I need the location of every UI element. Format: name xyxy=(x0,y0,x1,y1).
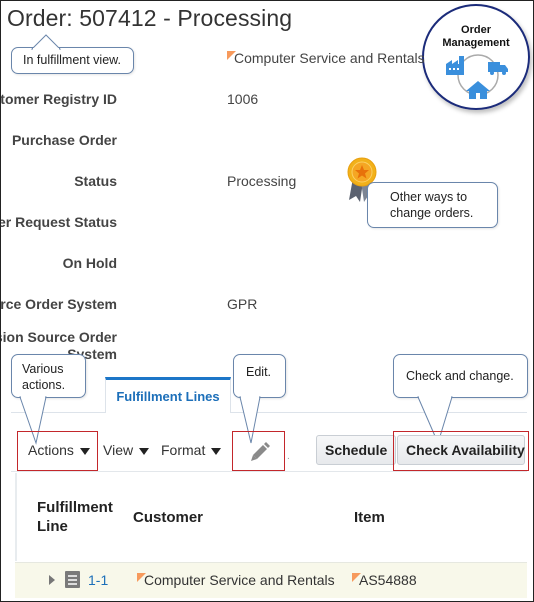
field-customer-registry-id: Customer Registry ID 1006 xyxy=(1,91,441,111)
caret-down-icon xyxy=(139,447,150,455)
callout-text: In fulfillment view. xyxy=(23,53,121,67)
customer-cell-text: Computer Service and Rentals xyxy=(144,572,335,588)
callout-fulfillment-view: In fulfillment view. xyxy=(11,34,134,74)
column-header-item[interactable]: Item xyxy=(354,508,385,527)
callout-pointer xyxy=(30,34,62,51)
column-header-fulfillment-line[interactable]: Fulfillment Line xyxy=(37,498,127,536)
view-label: View xyxy=(103,442,134,458)
callout-text: Various actions. xyxy=(22,362,66,392)
format-label: Format xyxy=(161,442,206,458)
actions-menu[interactable]: Actions xyxy=(28,442,90,458)
format-menu[interactable]: Format xyxy=(161,442,222,458)
callout-edit: Edit. xyxy=(233,354,286,444)
column-header-customer[interactable]: Customer xyxy=(133,508,203,527)
callout-other-ways: Other ways to change orders. xyxy=(367,182,498,228)
tab-fulfillment-lines[interactable]: Fulfillment Lines xyxy=(105,377,231,413)
pencil-icon[interactable] xyxy=(249,440,271,462)
field-label: Purchase Order xyxy=(11,132,117,148)
field-label: User Request Status xyxy=(1,214,117,230)
actions-label: Actions xyxy=(28,442,74,458)
callout-various-actions: Various actions. xyxy=(11,354,86,445)
customer-cell: Computer Service and Rentals xyxy=(137,572,335,588)
callout-text: Edit. xyxy=(246,365,272,379)
field-label: On Hold xyxy=(62,255,117,271)
field-label: Status xyxy=(74,173,117,189)
field-label: Customer Registry ID xyxy=(0,91,117,107)
callout-text: Check and change. xyxy=(406,369,514,383)
customer-value[interactable]: Computer Service and Rentals xyxy=(227,50,425,66)
table-row[interactable]: 1-1 Computer Service and Rentals AS54888 xyxy=(15,562,527,598)
callout-check-change: Check and change. xyxy=(393,354,528,445)
field-label: Source Order System xyxy=(0,296,117,312)
field-source-order-system: Source Order System GPR xyxy=(1,296,441,316)
fulfillment-line-link[interactable]: 1-1 xyxy=(88,572,108,588)
caret-down-icon xyxy=(79,447,90,455)
item-cell: AS54888 xyxy=(352,572,417,588)
expand-row-icon[interactable] xyxy=(49,575,55,585)
toolbar-divider xyxy=(11,471,527,472)
house-icon xyxy=(466,81,490,99)
item-cell-text: AS54888 xyxy=(359,572,417,588)
field-value-text[interactable]: Computer Service and Rentals xyxy=(234,50,425,66)
separator-dot: . xyxy=(287,451,290,462)
field-value: 1006 xyxy=(227,91,259,107)
schedule-button[interactable]: Schedule xyxy=(316,435,397,465)
field-value: GPR xyxy=(227,296,258,312)
field-purchase-order: Purchase Order xyxy=(1,132,441,152)
screenshot-frame: Order: 507412 - Processing Order Managem… xyxy=(0,0,534,602)
caret-down-icon xyxy=(211,447,222,455)
factory-icon xyxy=(446,56,464,75)
toolbar: Actions View Format . Schedule Check Ava… xyxy=(15,431,529,471)
field-value: Processing xyxy=(227,173,297,189)
field-on-hold: On Hold xyxy=(1,255,441,275)
callout-text: Other ways to change orders. xyxy=(390,190,474,220)
view-menu[interactable]: View xyxy=(103,442,150,458)
check-availability-button[interactable]: Check Availability xyxy=(397,435,525,465)
table-header: Fulfillment Line Customer Item xyxy=(15,473,527,561)
line-details-icon xyxy=(65,571,80,588)
page-title: Order: 507412 - Processing xyxy=(7,5,293,31)
